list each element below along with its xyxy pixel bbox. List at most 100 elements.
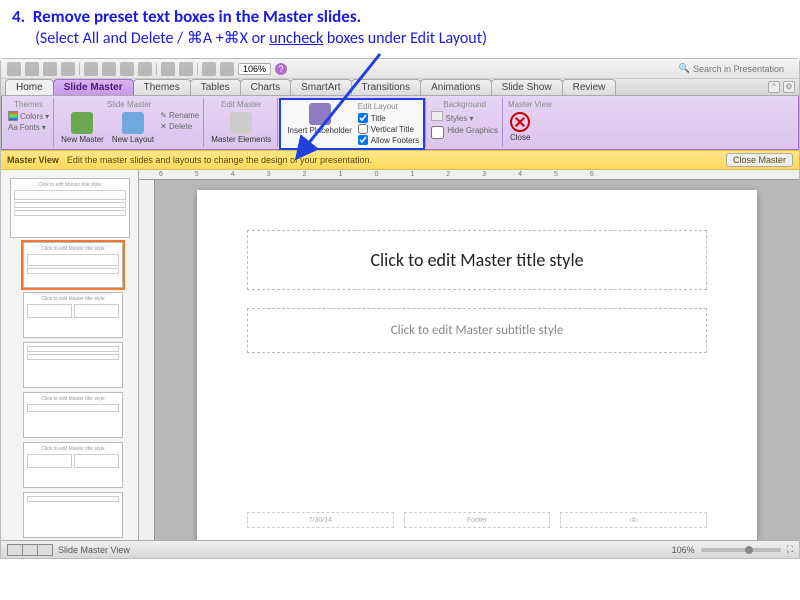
- vertical-title-checkbox[interactable]: [358, 124, 368, 134]
- insert-placeholder-icon: [309, 103, 331, 125]
- print-icon[interactable]: [61, 62, 75, 76]
- tab-animations[interactable]: Animations: [420, 79, 491, 95]
- open-icon[interactable]: [25, 62, 39, 76]
- edit-master-group: Edit Master Master Elements: [205, 98, 278, 147]
- horizontal-ruler: 6543210123456: [139, 170, 799, 180]
- title-placeholder[interactable]: Click to edit Master title style: [247, 230, 707, 290]
- sorter-view-button[interactable]: [22, 544, 38, 556]
- master-slide[interactable]: Click to edit Master title style Click t…: [197, 190, 757, 540]
- step-number: 4.: [12, 6, 25, 27]
- ribbon-tabs: Home Slide Master Themes Tables Charts S…: [1, 79, 799, 96]
- hide-graphics-checkbox-row[interactable]: Hide Graphics: [431, 126, 498, 139]
- cut-icon[interactable]: [84, 62, 98, 76]
- copy-icon[interactable]: [102, 62, 116, 76]
- zoom-slider[interactable]: [701, 548, 781, 552]
- hide-graphics-checkbox[interactable]: [431, 126, 444, 139]
- title-checkbox-row[interactable]: Title: [358, 113, 419, 123]
- normal-view-button[interactable]: [7, 544, 23, 556]
- layout-thumbnail[interactable]: [23, 342, 123, 388]
- step-sub-uncheck: uncheck: [269, 29, 323, 48]
- tab-slideshow[interactable]: Slide Show: [491, 79, 563, 95]
- status-zoom[interactable]: 106%: [672, 545, 695, 555]
- status-bar: Slide Master View 106% ⛶: [1, 540, 799, 558]
- themes-group: Themes Colors ▾ AaFonts ▾: [4, 98, 54, 147]
- vertical-ruler: [139, 180, 155, 540]
- layout-thumbnail[interactable]: Click to edit Master title style: [23, 442, 123, 488]
- ribbon-settings-icon[interactable]: ⚙: [783, 81, 795, 93]
- allow-footers-checkbox[interactable]: [358, 135, 368, 145]
- styles-button[interactable]: Styles ▾: [431, 111, 473, 123]
- group-title: Edit Layout: [358, 102, 419, 111]
- tab-charts[interactable]: Charts: [240, 79, 291, 95]
- fonts-button[interactable]: Fonts: [20, 123, 40, 132]
- group-title: Master View: [508, 100, 552, 109]
- step-title: Remove preset text boxes in the Master s…: [33, 6, 361, 27]
- layout-thumbnail[interactable]: Click to edit Master title style: [23, 242, 123, 288]
- insert-placeholder-button[interactable]: Insert Placeholder: [285, 102, 353, 136]
- save-icon[interactable]: [43, 62, 57, 76]
- title-checkbox[interactable]: [358, 113, 368, 123]
- styles-icon: [431, 111, 443, 121]
- tab-smartart[interactable]: SmartArt: [290, 79, 351, 95]
- tab-home[interactable]: Home: [5, 79, 54, 95]
- layout-thumbnail[interactable]: Click to edit Master title style: [23, 392, 123, 438]
- fit-to-window-icon[interactable]: ⛶: [787, 544, 793, 555]
- search-input[interactable]: [693, 64, 793, 74]
- slideshow-view-button[interactable]: [37, 544, 53, 556]
- rename-button[interactable]: ✎ Rename: [160, 111, 199, 120]
- canvas-area: 6543210123456 Click to edit Master title…: [139, 170, 799, 540]
- new-master-button[interactable]: New Master: [59, 111, 106, 145]
- help-icon[interactable]: ?: [275, 63, 287, 75]
- paste-icon[interactable]: [120, 62, 134, 76]
- workspace: Click to edit Master title style Click t…: [1, 170, 799, 540]
- close-master-button[interactable]: Close Master: [726, 153, 793, 167]
- layout-thumbnail[interactable]: Click to edit Master title style: [23, 292, 123, 338]
- tab-themes[interactable]: Themes: [133, 79, 191, 95]
- new-icon[interactable]: [7, 62, 21, 76]
- colors-icon: [8, 111, 18, 121]
- collapse-ribbon-icon[interactable]: ^: [768, 81, 780, 93]
- tab-transitions[interactable]: Transitions: [351, 79, 422, 95]
- quick-access-toolbar: 106% ? 🔍: [1, 59, 799, 79]
- undo-icon[interactable]: [161, 62, 175, 76]
- colors-button[interactable]: Colors: [20, 112, 43, 121]
- new-layout-button[interactable]: New Layout: [110, 111, 156, 145]
- slide-thumbnail-panel[interactable]: Click to edit Master title style Click t…: [1, 170, 139, 540]
- step-sub-pre: (Select All and Delete / ⌘A +⌘X or: [35, 29, 269, 48]
- master-elements-button[interactable]: Master Elements: [209, 111, 273, 145]
- subtitle-placeholder[interactable]: Click to edit Master subtitle style: [247, 308, 707, 353]
- background-group: Background Styles ▾ Hide Graphics: [427, 98, 503, 147]
- slide-canvas[interactable]: Click to edit Master title style Click t…: [155, 180, 799, 540]
- edit-layout-group: Insert Placeholder Edit Layout Title Ver…: [279, 98, 426, 147]
- slideshow-icon[interactable]: [202, 62, 216, 76]
- media-icon[interactable]: [220, 62, 234, 76]
- slide-number-placeholder[interactable]: ‹#›: [560, 512, 707, 528]
- close-master-view-button[interactable]: Close: [508, 111, 532, 143]
- status-label: Slide Master View: [58, 545, 130, 555]
- vertical-title-checkbox-row[interactable]: Vertical Title: [358, 124, 419, 134]
- master-elements-icon: [230, 112, 252, 134]
- search-box[interactable]: 🔍: [679, 63, 793, 74]
- tab-tables[interactable]: Tables: [190, 79, 241, 95]
- group-title: Slide Master: [59, 100, 199, 109]
- powerpoint-window: 106% ? 🔍 Home Slide Master Themes Tables…: [0, 58, 800, 559]
- date-placeholder[interactable]: 7/30/14: [247, 512, 394, 528]
- tab-review[interactable]: Review: [562, 79, 617, 95]
- zoom-level[interactable]: 106%: [238, 63, 271, 75]
- master-thumbnail[interactable]: Click to edit Master title style: [10, 178, 130, 238]
- allow-footers-checkbox-row[interactable]: Allow Footers: [358, 135, 419, 145]
- footer-placeholder[interactable]: Footer: [404, 512, 551, 528]
- redo-icon[interactable]: [179, 62, 193, 76]
- close-icon: [510, 112, 530, 132]
- group-title: Themes: [8, 100, 49, 109]
- tab-slide-master[interactable]: Slide Master: [53, 79, 134, 95]
- new-layout-icon: [122, 112, 144, 134]
- instruction-text: 4. Remove preset text boxes in the Maste…: [0, 0, 800, 58]
- delete-button[interactable]: ✕ Delete: [160, 122, 199, 131]
- view-buttons: [7, 544, 52, 556]
- format-painter-icon[interactable]: [138, 62, 152, 76]
- layout-thumbnail[interactable]: [23, 492, 123, 538]
- master-view-label: Master View: [7, 155, 59, 165]
- group-title: Background: [431, 100, 498, 109]
- fonts-icon: Aa: [8, 123, 18, 132]
